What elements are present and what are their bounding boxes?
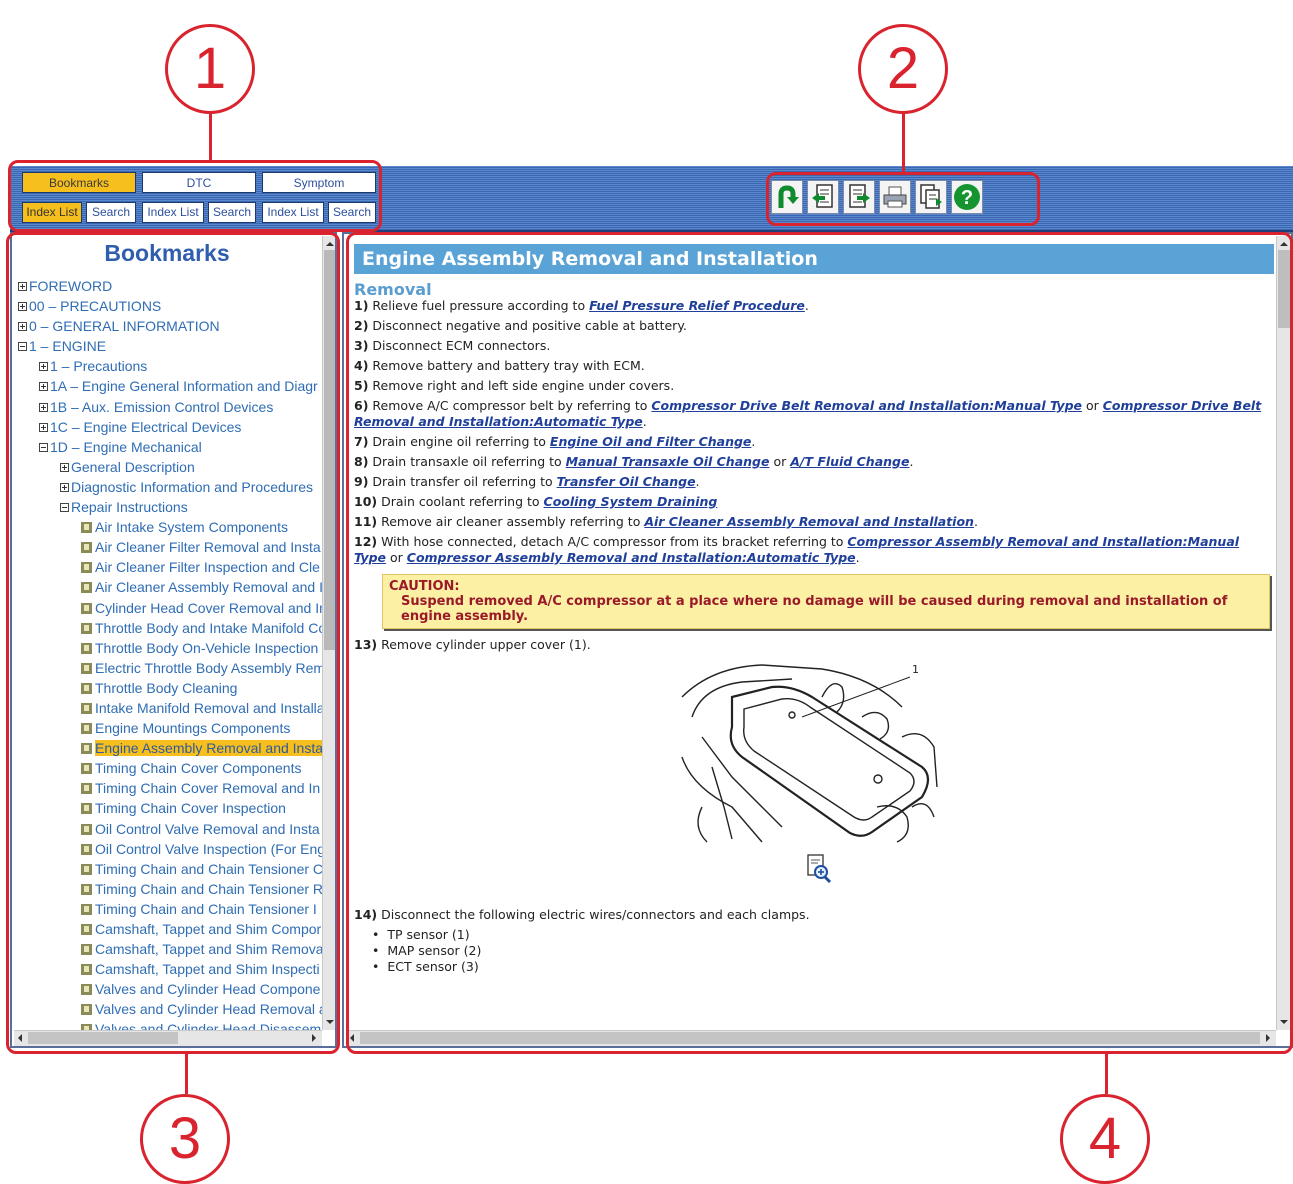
callout-number-3: 3 [140, 1094, 230, 1184]
callout-number-4: 4 [1060, 1094, 1150, 1184]
callout-line-2 [902, 112, 905, 174]
callout-box-3 [6, 232, 340, 1054]
callout-box-2 [766, 172, 1040, 226]
callout-line-1 [209, 112, 212, 162]
callout-line-3 [185, 1052, 188, 1094]
callout-number-1: 1 [165, 24, 255, 114]
callout-box-4 [346, 232, 1293, 1054]
callout-line-4 [1105, 1052, 1108, 1094]
callout-number-2: 2 [858, 24, 948, 114]
callout-box-1 [8, 160, 382, 232]
